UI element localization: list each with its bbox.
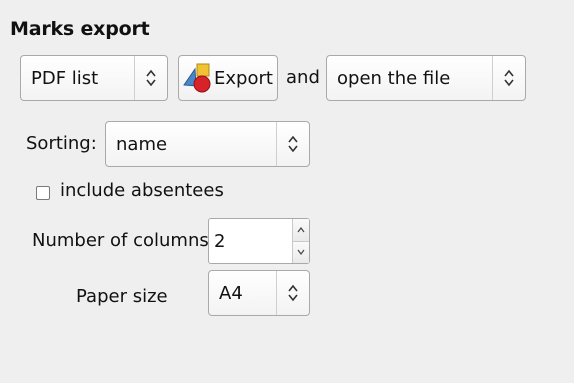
section-title: Marks export xyxy=(10,18,150,40)
export-button-label: Export xyxy=(214,67,273,89)
paper-size-select[interactable]: A4 xyxy=(208,270,310,316)
include-absentees-checkbox[interactable] xyxy=(36,186,50,200)
format-select-value: PDF list xyxy=(31,67,99,89)
after-export-select[interactable]: open the file xyxy=(326,55,526,101)
export-shapes-icon xyxy=(183,62,213,94)
after-export-select-value: open the file xyxy=(337,67,451,89)
paper-size-label: Paper size xyxy=(76,286,168,307)
updown-arrows-icon xyxy=(492,56,525,100)
sorting-label: Sorting: xyxy=(26,133,97,154)
sorting-select-value: name xyxy=(116,133,168,155)
spin-down-icon[interactable] xyxy=(293,240,309,263)
updown-arrows-icon xyxy=(134,56,167,100)
include-absentees-label: include absentees xyxy=(60,180,224,201)
spin-up-icon[interactable] xyxy=(293,219,309,241)
columns-label: Number of columns xyxy=(32,230,209,251)
paper-size-value: A4 xyxy=(219,282,243,304)
export-button[interactable]: Export xyxy=(178,55,278,101)
updown-arrows-icon xyxy=(276,271,309,315)
columns-spin-buttons xyxy=(292,219,309,263)
updown-arrows-icon xyxy=(276,122,309,166)
sorting-select[interactable]: name xyxy=(105,121,310,167)
columns-spinbox[interactable]: 2 xyxy=(208,218,310,264)
format-select[interactable]: PDF list xyxy=(20,55,168,101)
columns-value: 2 xyxy=(214,230,226,252)
and-label: and xyxy=(286,67,320,88)
